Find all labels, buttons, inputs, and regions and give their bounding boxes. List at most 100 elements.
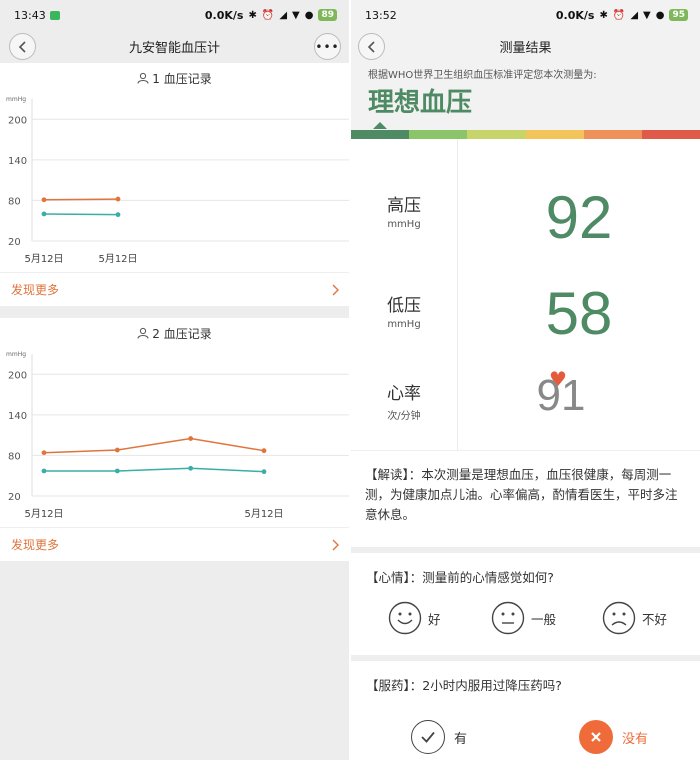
discover-more-label: 发现更多 [11, 538, 60, 552]
sad-face-icon [602, 601, 636, 635]
scale-segment [641, 130, 700, 139]
chevron-left-icon [367, 40, 375, 53]
data-point [41, 211, 47, 217]
more-dots-icon: ••• [315, 39, 340, 54]
alarm-icon: ⏰ [261, 9, 275, 21]
data-point [188, 465, 194, 471]
discover-more-link[interactable]: 发现更多 [0, 272, 349, 306]
standard-description: 根据WHO世界卫生组织血压标准评定您本次测量为: [368, 70, 597, 81]
x-tick-label: 5月12日 [24, 508, 63, 520]
signal-icon: ◢ [279, 9, 288, 21]
sync-icon: ● [304, 9, 314, 21]
data-point [261, 448, 267, 454]
x-tick-label: 5月12日 [24, 253, 63, 265]
chevron-right-icon [332, 284, 339, 295]
mood-option-good[interactable]: 好 [388, 601, 441, 635]
mood-question: 【心情】：测量前的心情感觉如何? [366, 570, 554, 585]
bp-line-chart: mmHg 20 80 140 200 5月12日 5月12日 [6, 96, 349, 265]
measurement-panel: 高压 mmHg 92 低压 mmHg 58 心率 次/分钟 ♥ 91 [351, 139, 700, 451]
check-circle-icon [411, 720, 445, 754]
y-tick-label: 20 [8, 492, 21, 503]
systolic-value: 92 [545, 184, 613, 251]
series-line [43, 198, 119, 201]
diastolic-title: 低压 [387, 296, 421, 316]
wifi-icon: ▼ [643, 9, 651, 21]
network-speed: 0.0K/s [204, 8, 244, 22]
x-tick-label: 5月12日 [244, 508, 283, 520]
y-unit-label: mmHg [6, 96, 26, 103]
medication-section: 【服药】：2小时内服用过降压药吗? 有 没有 [351, 661, 700, 760]
medication-no-option[interactable]: 没有 [579, 720, 648, 754]
series-line [43, 213, 119, 216]
bp-category-scale [351, 122, 700, 139]
medication-yes-option[interactable]: 有 [411, 720, 467, 754]
y-tick-label: 80 [8, 196, 21, 207]
medication-no-label: 没有 [622, 731, 649, 747]
heart-rate-value: 91 [536, 371, 586, 420]
y-tick-label: 200 [8, 115, 27, 126]
status-bar: 13:52 0.0K/s ✱ ⏰ ◢ ▼ ● 95 [351, 0, 700, 30]
series-line [44, 467, 265, 473]
scale-segment [409, 130, 468, 139]
data-point [115, 212, 121, 218]
card-title: 1 血压记录 [0, 63, 349, 87]
mood-option-neutral[interactable]: 一般 [491, 601, 556, 635]
medication-yes-label: 有 [454, 731, 468, 747]
network-speed: 0.0K/s [555, 8, 595, 22]
wifi-icon: ▼ [292, 9, 300, 21]
scale-pointer [373, 122, 387, 129]
bp-record-card-1: 1 血压记录 mmHg 20 80 140 200 5月12日 5月12日 发现更多 [0, 63, 349, 306]
scale-segment [467, 130, 526, 139]
back-button[interactable] [358, 33, 385, 60]
bp-line-chart: mmHg 20 80 140 200 5月12日 5月12日 [6, 351, 349, 520]
data-point [41, 197, 47, 203]
navigation-bar: 测量结果 [351, 30, 700, 62]
cross-circle-icon [579, 720, 613, 754]
card-title-text: 2 血压记录 [152, 326, 212, 341]
diastolic-value: 58 [545, 280, 613, 347]
battery-icon: 89 [318, 9, 337, 21]
y-tick-label: 20 [8, 237, 21, 248]
data-point [41, 450, 47, 456]
series-line [43, 437, 265, 454]
mood-option-bad[interactable]: 不好 [602, 601, 667, 635]
diastolic-label: 低压 mmHg [351, 291, 457, 330]
more-options-button[interactable]: ••• [314, 33, 341, 60]
status-time: 13:52 [365, 8, 397, 22]
mood-option-label: 一般 [531, 611, 557, 627]
card-title: 2 血压记录 [0, 318, 349, 342]
wechat-notification-icon [49, 10, 60, 20]
y-tick-label: 200 [8, 370, 27, 381]
status-time: 13:43 [14, 8, 46, 22]
data-point [114, 447, 120, 453]
data-point [188, 436, 194, 441]
battery-icon: 95 [669, 9, 688, 21]
y-tick-label: 140 [8, 411, 27, 422]
discover-more-label: 发现更多 [11, 283, 60, 297]
alarm-icon: ⏰ [612, 9, 626, 21]
data-point [261, 469, 267, 475]
interpretation-text: 【解读】：本次测量是理想血压，血压很健康，每周测一测，为健康加点儿油。心率偏高，… [365, 467, 678, 522]
mood-option-label: 不好 [642, 611, 668, 627]
navigation-bar: 九安智能血压计 ••• [0, 30, 349, 62]
y-tick-label: 140 [8, 156, 27, 167]
data-point [114, 468, 120, 474]
bluetooth-icon: ✱ [248, 9, 257, 21]
mood-section: 【心情】：测量前的心情感觉如何? 好 一般 不好 [351, 553, 700, 655]
status-bar: 13:43 0.0K/s ✱ ⏰ ◢ ▼ ● 89 [0, 0, 349, 30]
heart-rate-title: 心率 [387, 384, 421, 404]
scale-segment [583, 130, 642, 139]
bluetooth-icon: ✱ [599, 9, 608, 21]
page-title: 九安智能血压计 [128, 40, 220, 56]
scale-segment [525, 130, 584, 139]
back-button[interactable] [9, 33, 36, 60]
bp-record-card-2: 2 血压记录 mmHg 20 80 140 200 5月12日 5月12日 发现更多 [0, 318, 349, 561]
heart-rate-unit: 次/分钟 [387, 411, 421, 422]
systolic-title: 高压 [387, 196, 421, 216]
user-icon [137, 327, 149, 339]
card-title-text: 1 血压记录 [152, 71, 212, 86]
discover-more-link[interactable]: 发现更多 [0, 527, 349, 561]
smile-face-icon [388, 601, 422, 635]
page-title: 测量结果 [499, 40, 552, 56]
y-tick-label: 80 [8, 451, 21, 462]
